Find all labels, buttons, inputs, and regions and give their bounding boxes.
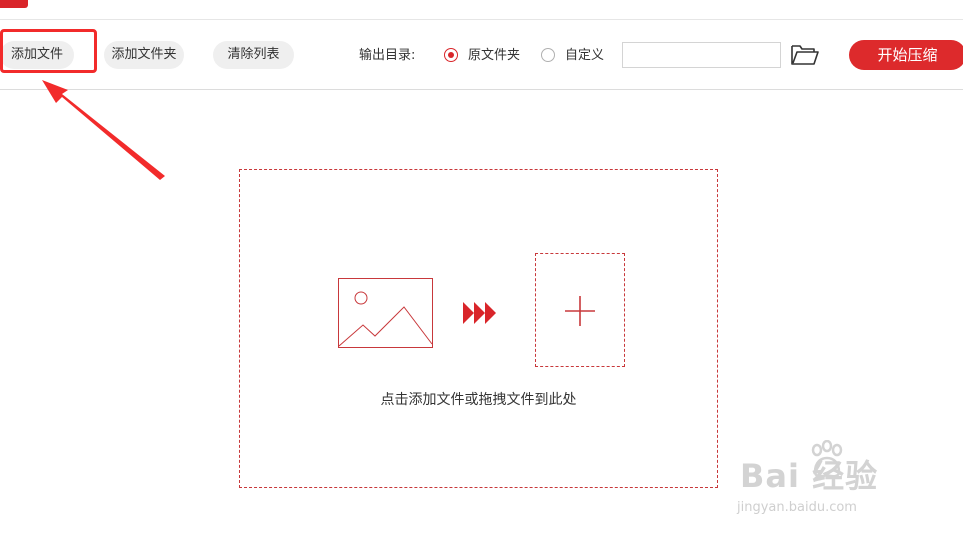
app-window: 添加文件 添加文件夹 清除列表 输出目录: 原文件夹 自定义 开始压缩 点击添加… xyxy=(0,0,963,543)
folder-open-icon[interactable] xyxy=(790,43,820,67)
toolbar-divider xyxy=(0,89,963,90)
paw-icon xyxy=(811,440,843,478)
image-icon xyxy=(338,278,433,348)
app-logo xyxy=(0,0,28,8)
drop-zone[interactable] xyxy=(239,169,718,488)
output-dir-label: 输出目录: xyxy=(359,48,416,63)
drop-hint-text: 点击添加文件或拖拽文件到此处 xyxy=(380,392,577,408)
plus-icon xyxy=(565,296,595,326)
triple-arrow-icon xyxy=(463,302,496,324)
radio-original-folder-label[interactable]: 原文件夹 xyxy=(468,46,520,66)
output-path-input[interactable] xyxy=(622,42,781,68)
titlebar-divider xyxy=(0,19,963,20)
watermark-main-text: Bai 经验 xyxy=(740,457,879,495)
baidu-watermark: Bai 经验 jingyan.baidu.com xyxy=(735,440,935,530)
watermark-url-text: jingyan.baidu.com xyxy=(737,500,857,515)
radio-custom-folder[interactable] xyxy=(541,48,555,62)
add-file-box[interactable] xyxy=(535,253,625,367)
start-compress-button[interactable]: 开始压缩 xyxy=(849,40,963,70)
annotation-highlight-box xyxy=(0,29,97,73)
radio-original-folder[interactable] xyxy=(444,48,458,62)
add-folder-button[interactable]: 添加文件夹 xyxy=(104,41,184,69)
radio-custom-folder-label[interactable]: 自定义 xyxy=(565,46,604,66)
clear-list-button[interactable]: 清除列表 xyxy=(213,41,294,69)
